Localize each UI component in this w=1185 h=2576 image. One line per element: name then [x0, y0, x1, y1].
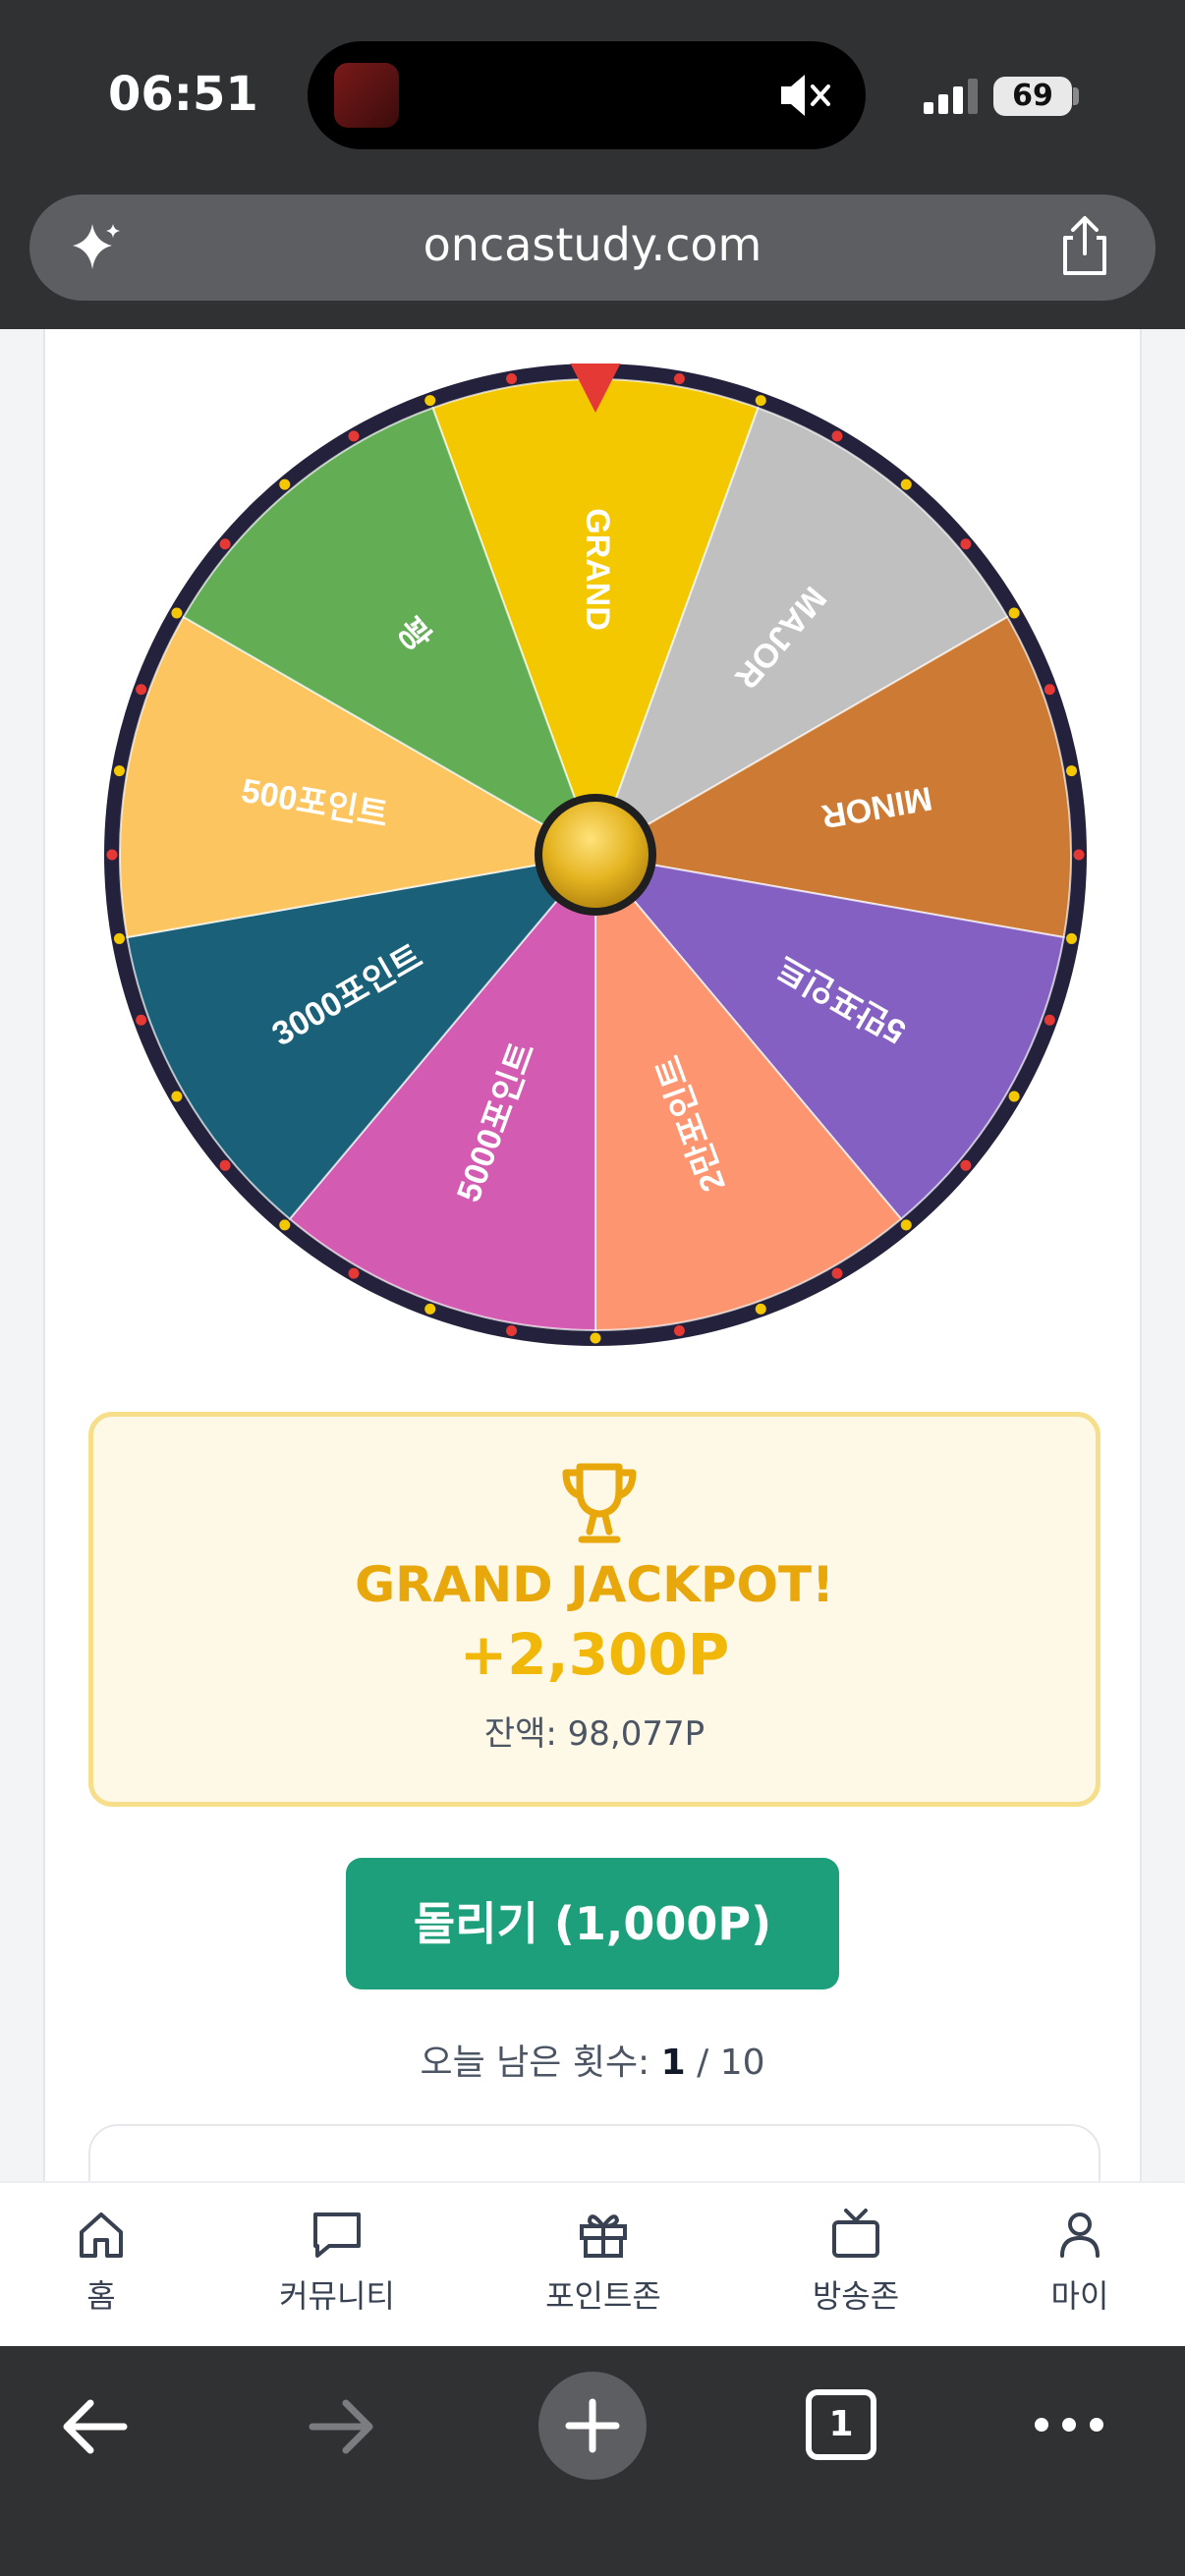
rim-light [136, 684, 147, 696]
status-bar: 06:51 69 [0, 0, 1185, 192]
wheel-hub-cap [542, 802, 649, 908]
rim-light [106, 849, 118, 861]
battery-tip [1073, 87, 1079, 105]
gift-icon [580, 2214, 627, 2258]
now-playing-app-icon [334, 63, 399, 128]
nav-home[interactable]: 홈 [3, 2207, 199, 2317]
url-text[interactable]: oncastudy.com [29, 218, 1156, 271]
spin-button[interactable]: 돌리기 (1,000P) [346, 1858, 839, 1989]
remaining-spins-count: 1 [660, 2043, 686, 2083]
rim-light [171, 1091, 183, 1102]
rim-light [348, 1267, 360, 1279]
rim-light [1008, 607, 1020, 619]
rim-light [279, 1219, 291, 1231]
rim-light [590, 1332, 601, 1344]
rim-light [673, 1325, 685, 1337]
rim-light [755, 395, 766, 407]
rim-light [279, 478, 291, 490]
rim-light [1044, 1014, 1055, 1026]
rim-light [831, 430, 843, 442]
plus-icon [565, 2398, 620, 2453]
rim-light [1066, 765, 1078, 777]
rim-light [960, 538, 972, 550]
rim-light [1073, 849, 1085, 861]
roulette-wheel[interactable]: GRANDMAJORMINOR5만포인트2만포인트5000포인트3000포인트5… [104, 364, 1087, 1346]
rim-light [424, 1303, 436, 1315]
result-amount: +2,300P [459, 1621, 730, 1688]
nav-community-label: 커뮤니티 [279, 2277, 395, 2315]
nav-pointzone-label: 포인트존 [545, 2277, 661, 2315]
remaining-spins-separator: / [685, 2043, 720, 2083]
nav-broadcast[interactable]: 방송존 [758, 2207, 954, 2317]
roulette-card: GRAND MAJOR MINOR 5만포인트 2만포인트 5000포인트 3000포인트 5… [43, 329, 1142, 2181]
rim-light [506, 372, 518, 384]
nav-pointzone[interactable]: 포인트존 [505, 2207, 702, 2317]
dynamic-island [308, 41, 866, 149]
remaining-spins: 오늘 남은 횟수: 1 / 10 [45, 2034, 1140, 2085]
rim-light [673, 372, 685, 384]
rim-light [113, 932, 125, 944]
result-balance: 잔액: 98,077P [483, 1714, 705, 1754]
user-icon [1060, 2212, 1100, 2258]
page-content: GRAND MAJOR MINOR 5만포인트 2만포인트 5000포인트 3000포인트 5… [0, 329, 1185, 2181]
rim-light [506, 1325, 518, 1337]
tv-icon [832, 2209, 879, 2258]
new-tab-button[interactable] [538, 2372, 647, 2480]
share-icon[interactable] [1053, 214, 1116, 279]
rim-light [1044, 684, 1055, 696]
rim-light [113, 765, 125, 777]
chat-icon [313, 2212, 361, 2258]
rim-light [755, 1303, 766, 1315]
rim-light [900, 1219, 912, 1231]
more-options-icon[interactable] [1032, 2405, 1106, 2444]
mute-icon [781, 75, 830, 116]
nav-my-label: 마이 [1050, 2277, 1109, 2315]
browser-toolbar: 1 [0, 2346, 1185, 2576]
rim-light [219, 1159, 231, 1171]
cellular-signal-icon [924, 79, 978, 114]
next-section-card [88, 2124, 1100, 2181]
rim-light [900, 478, 912, 490]
rim-light [1008, 1091, 1020, 1102]
battery-indicator: 69 [993, 77, 1072, 116]
nav-broadcast-label: 방송존 [812, 2277, 900, 2315]
bottom-navigation: 홈 커뮤니티 포인트존 방송존 마이 [0, 2181, 1185, 2346]
rim-light [219, 538, 231, 550]
rim-light [424, 395, 436, 407]
wheel-segment-label: GRAND [579, 508, 616, 631]
nav-my[interactable]: 마이 [982, 2207, 1178, 2317]
forward-arrow-icon[interactable] [305, 2389, 379, 2464]
trophy-icon [562, 1463, 637, 1543]
home-icon [80, 2212, 123, 2258]
rim-light [136, 1014, 147, 1026]
screen: 06:51 69 oncastudy.com GRAND MAJOR MINOR… [0, 0, 1185, 2576]
remaining-spins-total: 10 [719, 2043, 765, 2083]
address-bar[interactable]: oncastudy.com [29, 195, 1156, 301]
result-title: GRAND JACKPOT! [355, 1556, 834, 1613]
rim-light [960, 1159, 972, 1171]
remaining-spins-label: 오늘 남은 횟수: [420, 2043, 661, 2083]
rim-light [831, 1267, 843, 1279]
rim-light [1066, 932, 1078, 944]
nav-community[interactable]: 커뮤니티 [239, 2207, 435, 2317]
tab-switcher-button[interactable]: 1 [806, 2389, 876, 2460]
nav-home-label: 홈 [86, 2277, 116, 2315]
result-panel: GRAND JACKPOT! +2,300P 잔액: 98,077P [88, 1412, 1100, 1807]
back-arrow-icon[interactable] [57, 2389, 132, 2464]
rim-light [171, 607, 183, 619]
rim-light [348, 430, 360, 442]
status-time: 06:51 [108, 67, 258, 122]
